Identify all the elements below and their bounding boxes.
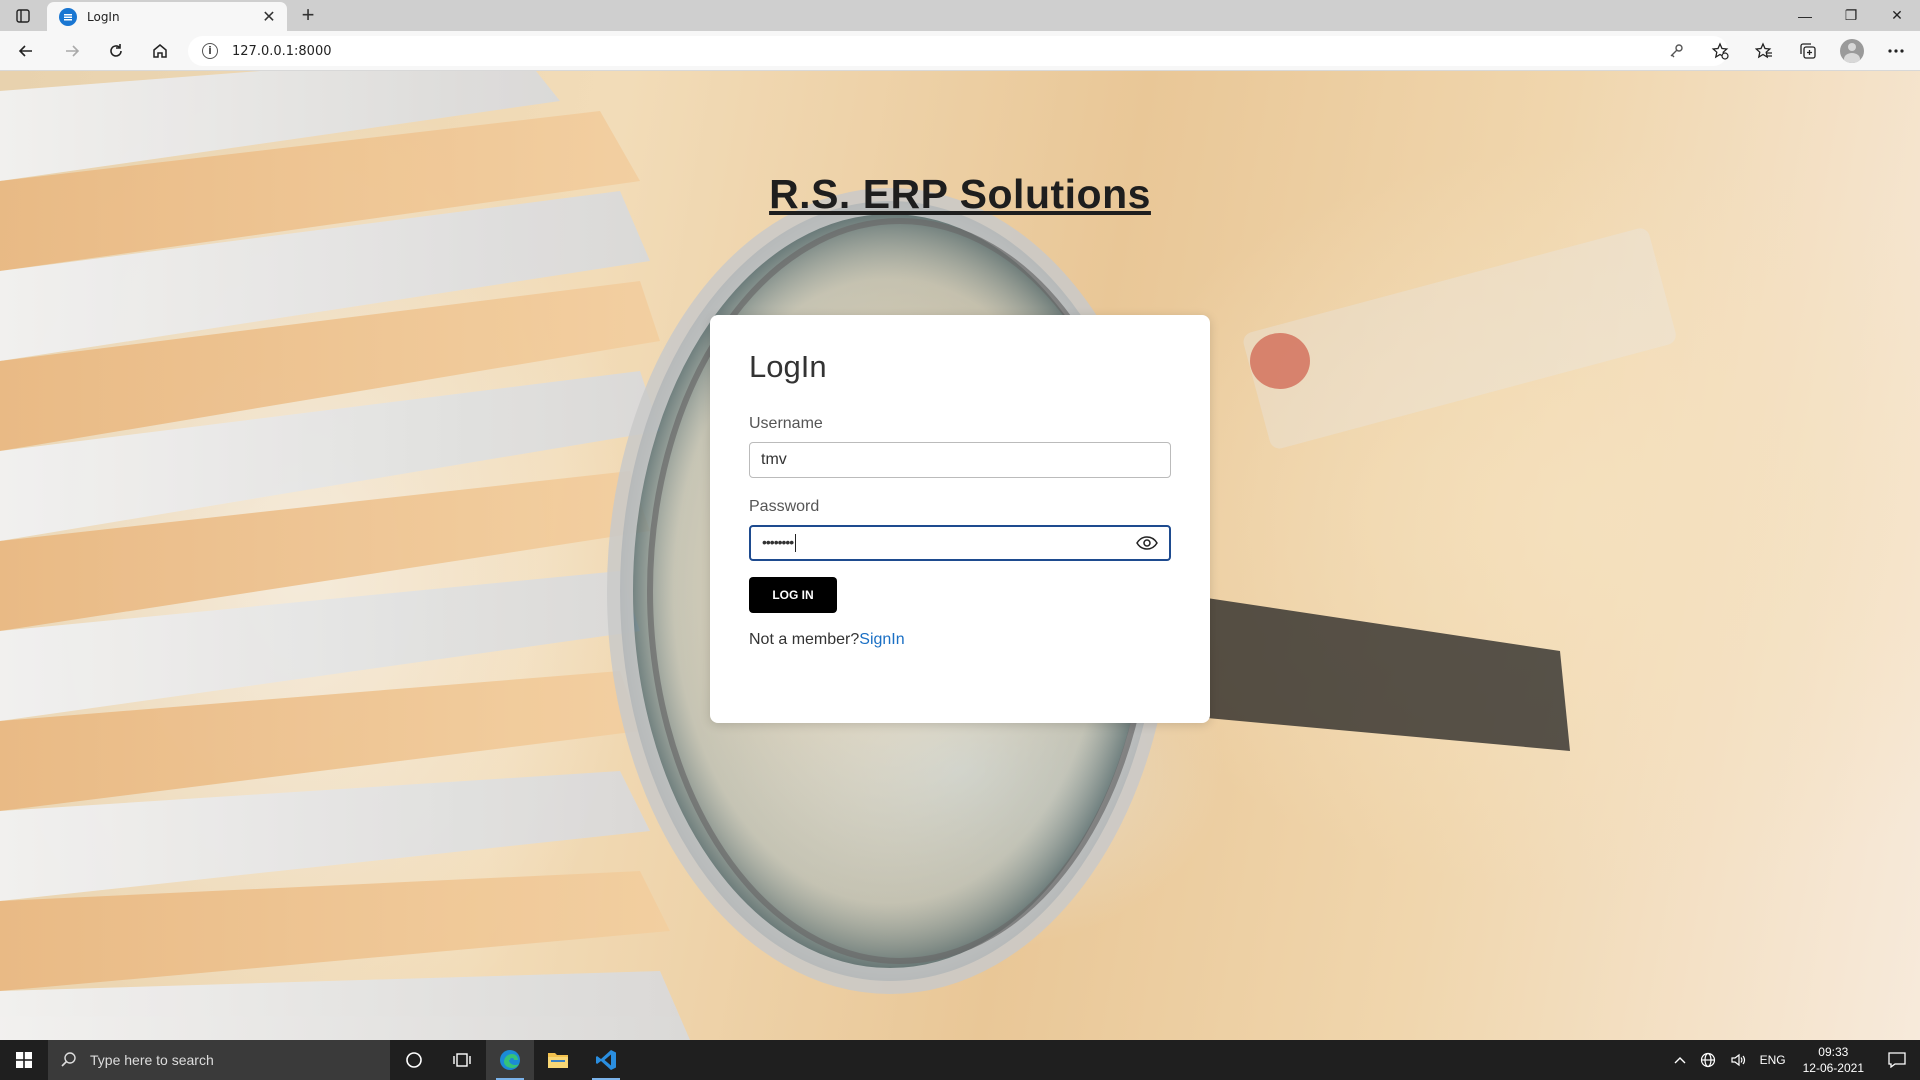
network-globe-icon[interactable] — [1693, 1040, 1723, 1080]
reload-button[interactable] — [102, 37, 130, 65]
home-icon — [153, 44, 167, 58]
forward-button[interactable] — [58, 37, 86, 65]
task-view-icon — [453, 1053, 471, 1067]
input-language[interactable]: ENG — [1753, 1040, 1793, 1080]
clock-date: 12-06-2021 — [1802, 1061, 1864, 1075]
windows-logo-icon — [16, 1052, 32, 1068]
key-icon[interactable] — [1662, 37, 1690, 65]
page-title: R.S. ERP Solutions — [769, 171, 1151, 217]
back-arrow-icon — [18, 45, 32, 57]
system-tray: ENG 09:33 12-06-2021 — [1667, 1040, 1920, 1080]
taskbar-edge[interactable] — [486, 1040, 534, 1080]
reload-icon — [110, 44, 122, 57]
search-placeholder: Type here to search — [90, 1052, 214, 1068]
url-text: 127.0.0.1:8000 — [232, 43, 332, 59]
add-favorite-icon[interactable] — [1706, 37, 1734, 65]
close-window-button[interactable]: ✕ — [1874, 0, 1920, 31]
tab-close-icon[interactable]: ✕ — [261, 7, 277, 27]
password-input[interactable]: •••••••• — [749, 525, 1171, 561]
browser-address-bar: i 127.0.0.1:8000 — [0, 31, 1920, 71]
volume-icon[interactable] — [1723, 1040, 1753, 1080]
site-favicon-icon — [59, 7, 77, 26]
avatar — [1840, 39, 1864, 63]
start-button[interactable] — [0, 1040, 48, 1080]
login-card: LogIn Username tmv Password •••••••• LOG… — [710, 315, 1210, 723]
restore-button[interactable]: ❐ — [1828, 0, 1874, 31]
minimize-button[interactable]: — — [1782, 0, 1828, 31]
back-button[interactable] — [12, 37, 40, 65]
tab-title: LogIn — [87, 9, 120, 24]
login-button[interactable]: LOG IN — [749, 577, 837, 613]
clock-time: 09:33 — [1818, 1045, 1849, 1059]
browser-toolbar-right — [1662, 37, 1910, 65]
forward-arrow-icon — [66, 45, 80, 57]
task-view-button[interactable] — [438, 1040, 486, 1080]
edge-browser-icon — [500, 1050, 520, 1070]
more-options-icon[interactable] — [1882, 37, 1910, 65]
windows-taskbar: Type here to search ENG 09:33 12-06-2021 — [0, 1040, 1920, 1080]
show-hidden-icons-icon[interactable] — [1667, 1040, 1693, 1080]
signup-prompt: Not a member?SignIn — [749, 631, 1171, 649]
new-tab-button[interactable]: + — [296, 4, 320, 28]
profile-avatar-icon[interactable] — [1838, 37, 1866, 65]
login-title: LogIn — [749, 349, 827, 384]
folder-icon — [548, 1053, 568, 1068]
taskbar-clock[interactable]: 09:33 12-06-2021 — [1793, 1044, 1874, 1076]
home-button[interactable] — [146, 37, 174, 65]
not-member-text: Not a member? — [749, 631, 860, 648]
vscode-icon — [596, 1050, 616, 1070]
username-input[interactable]: tmv — [749, 442, 1171, 478]
favorites-icon[interactable] — [1750, 37, 1778, 65]
collections-icon[interactable] — [1794, 37, 1822, 65]
url-input[interactable]: i 127.0.0.1:8000 — [188, 36, 1728, 66]
taskbar-search-box[interactable]: Type here to search — [48, 1040, 390, 1080]
browser-tab-bar: LogIn ✕ + — ❐ ✕ — [0, 0, 1920, 31]
page-background: R.S. ERP Solutions LogIn Username tmv Pa… — [0, 71, 1920, 1040]
password-label: Password — [749, 498, 820, 515]
browser-tab-login[interactable]: LogIn ✕ — [47, 2, 287, 31]
username-value: tmv — [761, 451, 787, 468]
search-icon — [61, 1052, 76, 1067]
tab-actions-icon[interactable] — [10, 5, 36, 27]
password-value: •••••••• — [762, 534, 1136, 552]
site-info-icon[interactable]: i — [202, 43, 218, 59]
cortana-button[interactable] — [390, 1040, 438, 1080]
notifications-icon[interactable] — [1874, 1040, 1920, 1080]
taskbar-vscode[interactable] — [582, 1040, 630, 1080]
cortana-icon — [406, 1052, 422, 1068]
window-controls: — ❐ ✕ — [1782, 0, 1920, 31]
taskbar-file-explorer[interactable] — [534, 1040, 582, 1080]
username-label: Username — [749, 415, 823, 432]
signin-link[interactable]: SignIn — [859, 631, 904, 648]
show-password-icon[interactable] — [1136, 535, 1158, 551]
